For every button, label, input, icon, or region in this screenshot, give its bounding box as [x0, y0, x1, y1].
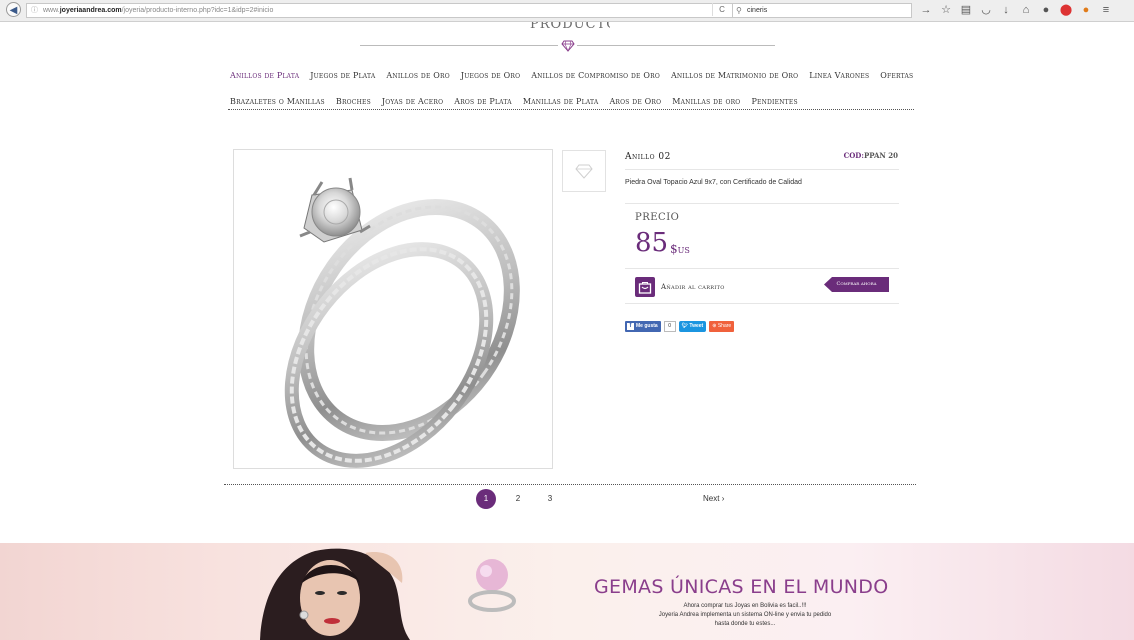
nav-divider: [228, 109, 914, 110]
product-code-label: COD:: [843, 151, 864, 160]
nav-item-anillos-compromiso-oro[interactable]: Anillos de Compromiso de Oro: [531, 70, 660, 96]
page-3-link[interactable]: 3: [540, 489, 560, 509]
forward-arrow-icon[interactable]: →: [918, 2, 934, 18]
page-1-link[interactable]: 1: [476, 489, 496, 509]
diamond-placeholder-icon: [575, 164, 593, 179]
pocket-icon[interactable]: ◡: [978, 2, 994, 18]
nav-item-juegos-plata[interactable]: Juegos de Plata: [310, 70, 375, 96]
header-divider-right: [577, 45, 775, 46]
nav-item-anillos-plata[interactable]: Anillos de Plata: [230, 70, 299, 96]
page-logo-text: PRODUCTOS: [530, 22, 610, 32]
shopping-bag-icon: [638, 282, 652, 294]
page-2-link[interactable]: 2: [508, 489, 528, 509]
facebook-like-label: Me gusta: [636, 323, 658, 329]
browser-search-input[interactable]: ⚲ cineris: [732, 3, 912, 18]
banner-title: GEMAS ÚNICAS EN EL MUNDO: [594, 576, 889, 598]
separator: [625, 303, 899, 304]
separator: [625, 169, 899, 170]
price-unit: $us: [670, 242, 690, 256]
nav-row-1: Anillos de Plata Juegos de Plata Anillos…: [230, 70, 920, 96]
product-code: COD:PPAN 20: [820, 151, 898, 160]
next-page-link[interactable]: Next ›: [703, 494, 724, 503]
bookmark-star-icon[interactable]: ☆: [938, 2, 954, 18]
toolbar-icons: → ☆ ▤ ◡ ↓ ⌂ ● ⬤ ● ≡: [918, 2, 1114, 18]
pagination-divider: [224, 484, 916, 485]
banner-text-line-3: hasta donde tu estes...: [714, 621, 776, 627]
banner-text-line-2: Joyeria Andrea implementa un sistema ON-…: [658, 612, 832, 618]
info-icon[interactable]: ⓘ: [31, 7, 38, 14]
product-code-value: PPAN 20: [863, 151, 898, 160]
back-arrow-icon[interactable]: ◀: [6, 2, 21, 17]
tweet-label: Tweet: [689, 323, 704, 329]
separator: [625, 203, 899, 204]
share-button[interactable]: ⊕ Share: [709, 321, 735, 332]
nav-item-anillos-matrimonio-oro[interactable]: Anillos de Matrimonio de Oro: [671, 70, 798, 96]
add-to-cart-button[interactable]: [635, 277, 655, 297]
url-path: /joyeria/producto-interno.php?idc=1&idp=…: [121, 7, 274, 14]
url-prefix: www.: [43, 7, 60, 14]
product-description: Piedra Oval Topacio Azul 9x7, con Certif…: [625, 179, 802, 186]
adblock-icon[interactable]: ⬤: [1058, 2, 1074, 18]
price-value: 85: [635, 228, 669, 258]
header-divider-left: [360, 45, 558, 46]
nav-item-ofertas[interactable]: Ofertas: [880, 70, 913, 96]
nav-item-linea-varones[interactable]: Linea Varones: [809, 70, 869, 96]
add-to-cart-label[interactable]: Añadir al carrito: [661, 283, 725, 291]
facebook-icon: f: [627, 323, 634, 330]
tweet-button[interactable]: 🐦︎ Tweet: [678, 321, 707, 332]
ring-image: [284, 177, 520, 468]
product-main-image[interactable]: [233, 149, 553, 469]
product-thumbnail[interactable]: [562, 150, 606, 192]
buy-now-button[interactable]: Comprar ahora: [824, 277, 889, 292]
diamond-icon: [561, 40, 575, 52]
download-icon[interactable]: ↓: [998, 2, 1014, 18]
social-share-bar: f Me gusta 0 🐦︎ Tweet ⊕ Share: [625, 321, 735, 332]
promo-banner[interactable]: GEMAS ÚNICAS EN EL MUNDO Ahora comprar t…: [0, 543, 1134, 640]
search-icon: ⚲: [736, 6, 742, 15]
address-bar[interactable]: ⓘ www.joyeriaandrea.com/joyeria/producto-…: [26, 3, 758, 18]
browser-toolbar: ◀ ⓘ www.joyeriaandrea.com/joyeria/product…: [0, 0, 1134, 22]
share-label: Share: [717, 323, 732, 329]
chat-icon[interactable]: ●: [1038, 2, 1054, 18]
product-title: Anillo 02: [625, 152, 671, 162]
extension-icon[interactable]: ●: [1078, 2, 1094, 18]
chevron-right-icon: ›: [721, 494, 725, 503]
price-label: PRECIO: [635, 212, 680, 223]
browser-search-value: cineris: [747, 7, 768, 14]
gem-ring-photo: [468, 559, 516, 612]
menu-icon[interactable]: ≡: [1098, 2, 1114, 18]
home-icon[interactable]: ⌂: [1018, 2, 1034, 18]
url-domain: joyeriaandrea.com: [59, 7, 122, 14]
facebook-like-count: 0: [663, 321, 676, 332]
category-nav: Anillos de Plata Juegos de Plata Anillos…: [230, 70, 920, 122]
facebook-like-button[interactable]: f Me gusta: [625, 321, 661, 332]
next-label: Next: [703, 494, 720, 503]
nav-item-anillos-oro[interactable]: Anillos de Oro: [386, 70, 449, 96]
banner-text-line-1: Ahora comprar tus Joyas en Bolivia es fa…: [683, 603, 807, 609]
reload-icon[interactable]: C: [712, 3, 731, 16]
separator: [625, 268, 899, 269]
clipboard-icon[interactable]: ▤: [958, 2, 974, 18]
nav-item-juegos-oro[interactable]: Juegos de Oro: [461, 70, 520, 96]
